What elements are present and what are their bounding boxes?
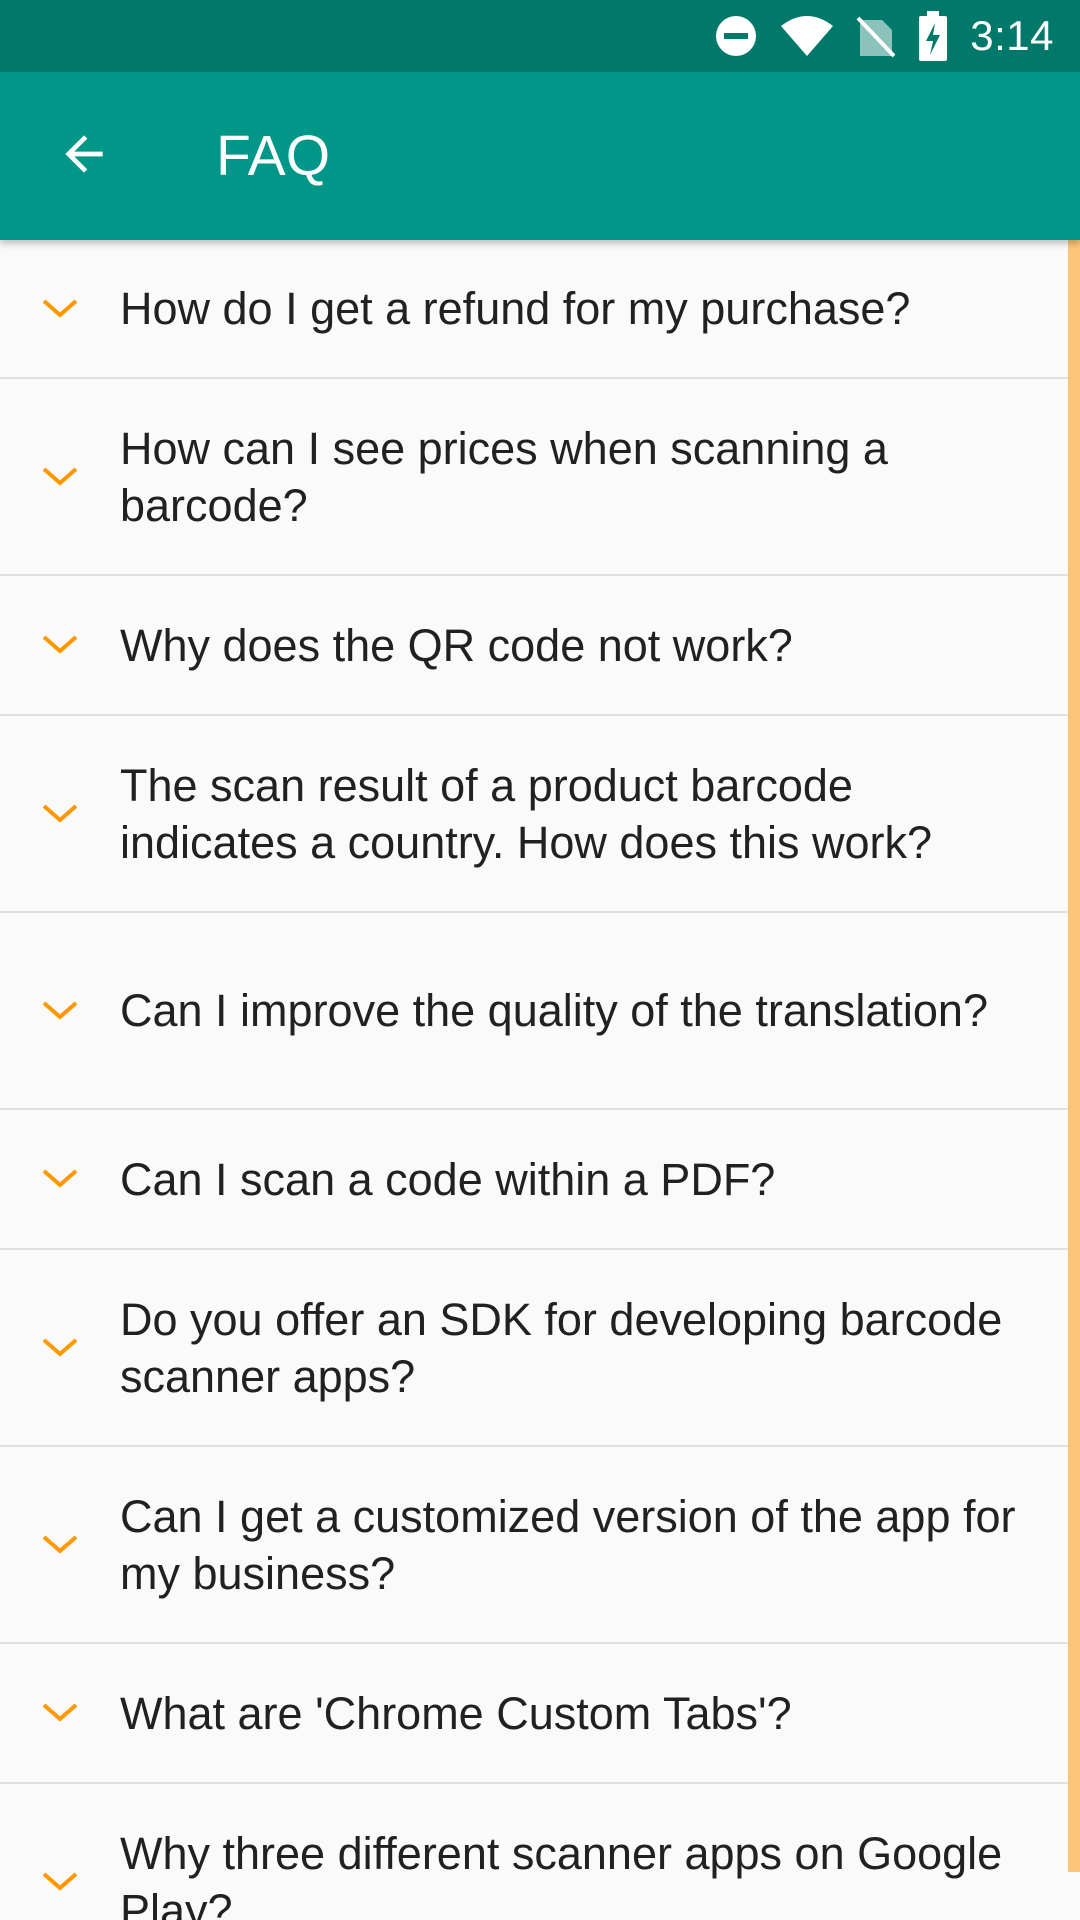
status-bar: 3:14 bbox=[0, 0, 1080, 72]
faq-question: The scan result of a product barcode ind… bbox=[120, 759, 933, 868]
do-not-disturb-icon bbox=[714, 14, 758, 58]
chevron-down-icon bbox=[0, 1870, 120, 1894]
chevron-down-icon bbox=[0, 297, 120, 321]
chevron-down-icon bbox=[0, 1336, 120, 1360]
scrollbar[interactable] bbox=[1068, 240, 1080, 1872]
no-sim-icon bbox=[856, 14, 896, 58]
faq-item[interactable]: Do you offer an SDK for developing barco… bbox=[0, 1250, 1080, 1447]
chevron-down-icon bbox=[0, 1167, 120, 1191]
faq-question: How do I get a refund for my purchase? bbox=[120, 283, 911, 334]
faq-item[interactable]: Can I get a customized version of the ap… bbox=[0, 1447, 1080, 1644]
chevron-down-icon bbox=[0, 633, 120, 657]
faq-question: What are 'Chrome Custom Tabs'? bbox=[120, 1687, 792, 1739]
faq-question: Why does the QR code not work? bbox=[120, 619, 793, 671]
arrow-back-icon bbox=[56, 126, 112, 186]
faq-question: Can I improve the quality of the transla… bbox=[120, 985, 988, 1036]
app-bar: FAQ bbox=[0, 72, 1080, 240]
faq-item[interactable]: How can I see prices when scanning a bar… bbox=[0, 379, 1080, 576]
status-time: 3:14 bbox=[970, 12, 1054, 59]
back-button[interactable] bbox=[0, 72, 168, 240]
faq-list[interactable]: How do I get a refund for my purchase? H… bbox=[0, 240, 1080, 1920]
faq-item[interactable]: Can I improve the quality of the transla… bbox=[0, 913, 1080, 1110]
battery-charging-icon bbox=[918, 11, 948, 61]
wifi-icon bbox=[780, 14, 834, 58]
faq-question: Can I get a customized version of the ap… bbox=[120, 1490, 1016, 1599]
faq-item[interactable]: The scan result of a product barcode ind… bbox=[0, 716, 1080, 913]
faq-item[interactable]: Why three different scanner apps on Goog… bbox=[0, 1784, 1080, 1920]
chevron-down-icon bbox=[0, 1533, 120, 1557]
faq-question: Can I scan a code within a PDF? bbox=[120, 1153, 776, 1205]
faq-question: How can I see prices when scanning a bar… bbox=[120, 422, 888, 531]
faq-question: Do you offer an SDK for developing barco… bbox=[120, 1293, 1003, 1402]
faq-question: Why three different scanner apps on Goog… bbox=[120, 1827, 1003, 1920]
faq-item[interactable]: Why does the QR code not work? bbox=[0, 576, 1080, 716]
chevron-down-icon bbox=[0, 999, 120, 1023]
page-title: FAQ bbox=[216, 124, 331, 188]
chevron-down-icon bbox=[0, 802, 120, 826]
chevron-down-icon bbox=[0, 1701, 120, 1725]
faq-item[interactable]: What are 'Chrome Custom Tabs'? bbox=[0, 1644, 1080, 1784]
chevron-down-icon bbox=[0, 465, 120, 489]
faq-item[interactable]: Can I scan a code within a PDF? bbox=[0, 1110, 1080, 1250]
faq-item[interactable]: How do I get a refund for my purchase? bbox=[0, 240, 1080, 379]
